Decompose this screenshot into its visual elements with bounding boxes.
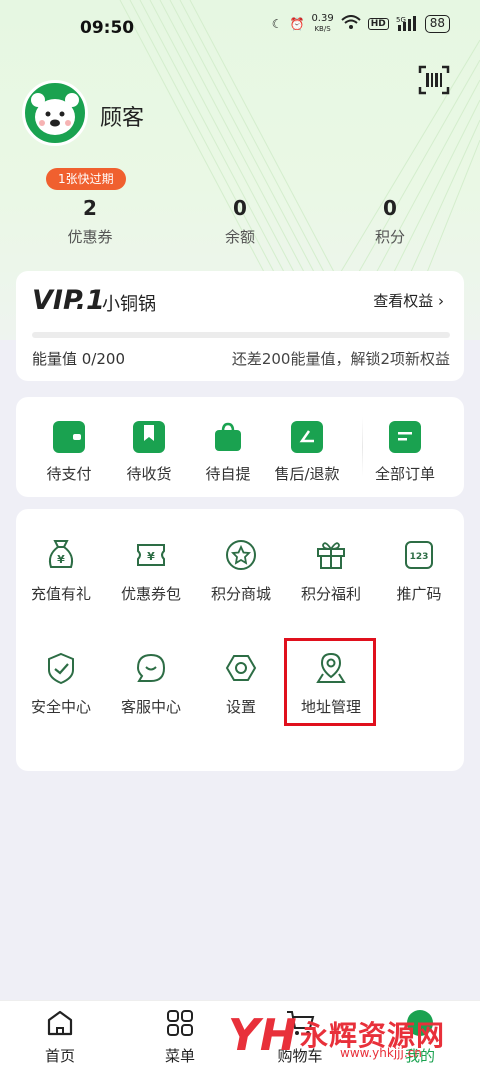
wifi-icon	[341, 14, 361, 34]
tab-home[interactable]: 首页	[20, 1009, 100, 1066]
stat-points[interactable]: 0 积分	[330, 168, 450, 247]
func-label: 积分福利	[300, 585, 361, 603]
func-label: 安全中心	[30, 698, 91, 716]
order-label: 售后/退款	[274, 465, 340, 483]
stat-value: 0	[233, 196, 247, 220]
highlight-box	[284, 638, 376, 726]
order-list-icon	[389, 421, 421, 453]
gift-icon	[313, 537, 349, 573]
watermark-logo: YH	[228, 1010, 297, 1061]
orders-card: 待支付 待收货 待自提 售后/退款 全部订单	[16, 397, 464, 497]
order-pending-payment[interactable]: 待支付	[24, 421, 114, 484]
chat-icon	[133, 650, 169, 686]
order-label: 全部订单	[374, 465, 435, 483]
stat-value: 2	[83, 196, 97, 220]
avatar[interactable]	[22, 80, 88, 146]
func-recharge[interactable]: ¥ 充值有礼	[16, 537, 106, 604]
moon-icon: ☾	[271, 17, 283, 31]
stat-label: 积分	[374, 228, 405, 246]
shield-icon	[43, 650, 79, 686]
functions-card: ¥ 充值有礼 ¥ 优惠券包 积分商城 积分福利 123 推广码 安全中心 客服中…	[16, 509, 464, 771]
func-points-welfare[interactable]: 积分福利	[286, 537, 376, 604]
order-label: 待支付	[46, 465, 92, 483]
watermark-url: www.yhkjjj.cn	[340, 1046, 422, 1060]
alarm-icon: ⏰	[289, 17, 305, 31]
svg-text:¥: ¥	[57, 553, 65, 566]
func-label: 优惠券包	[120, 585, 181, 603]
func-label: 积分商城	[210, 585, 271, 603]
vip-card[interactable]: VIP.1 小铜锅 查看权益 › 能量值 0/200 还差200能量值，解锁2项…	[16, 271, 464, 381]
order-all[interactable]: 全部订单	[360, 421, 450, 484]
bag-icon	[212, 421, 244, 453]
menu-grid-icon	[167, 1010, 193, 1036]
order-pickup[interactable]: 待自提	[183, 421, 273, 484]
stat-coupons[interactable]: 2 优惠券	[30, 168, 150, 247]
func-points-mall[interactable]: 积分商城	[196, 537, 286, 604]
vip-name: 小铜锅	[102, 294, 156, 315]
svg-text:123: 123	[410, 552, 429, 562]
order-pending-receipt[interactable]: 待收货	[104, 421, 194, 484]
tab-label: 首页	[44, 1047, 75, 1065]
gear-icon	[223, 650, 259, 686]
func-label: 设置	[225, 698, 256, 716]
coupon-icon: ¥	[133, 537, 169, 573]
func-customer-service[interactable]: 客服中心	[106, 650, 196, 717]
func-label: 充值有礼	[30, 585, 91, 603]
order-label: 待收货	[126, 465, 172, 483]
func-settings[interactable]: 设置	[196, 650, 286, 717]
battery: 88	[424, 15, 450, 33]
username[interactable]: 顾客	[100, 100, 144, 132]
func-label: 推广码	[396, 585, 442, 603]
energy-progress	[32, 332, 450, 338]
stats-row: 2 优惠券 0 余额 0 积分	[0, 168, 480, 258]
money-bag-icon: ¥	[43, 537, 79, 573]
stat-label: 优惠券	[67, 228, 113, 246]
wallet-icon	[53, 421, 85, 453]
home-icon	[47, 1010, 73, 1036]
order-refund[interactable]: 售后/退款	[262, 421, 352, 484]
order-label: 待自提	[205, 465, 251, 483]
hd-badge: HD	[367, 18, 389, 30]
scan-icon[interactable]	[418, 64, 450, 96]
func-security[interactable]: 安全中心	[16, 650, 106, 717]
func-promo-code[interactable]: 123 推广码	[374, 537, 464, 604]
signal-icon: 5G	[396, 15, 418, 34]
star-coin-icon	[223, 537, 259, 573]
status-time: 09:50	[80, 18, 135, 38]
code-icon: 123	[401, 537, 437, 573]
unlock-hint: 还差200能量值，解锁2项新权益	[231, 350, 450, 368]
tab-label: 菜单	[164, 1047, 195, 1065]
energy-value: 能量值 0/200	[32, 350, 125, 368]
vip-level: VIP.1	[32, 285, 105, 316]
func-coupon-pack[interactable]: ¥ 优惠券包	[106, 537, 196, 604]
stat-balance[interactable]: 0 余额	[180, 168, 300, 247]
stat-value: 0	[383, 196, 397, 220]
refund-icon	[291, 421, 323, 453]
stat-label: 余额	[224, 228, 255, 246]
func-label: 客服中心	[120, 698, 181, 716]
bookmark-icon	[133, 421, 165, 453]
svg-text:¥: ¥	[147, 550, 155, 563]
tab-menu[interactable]: 菜单	[140, 1009, 220, 1066]
view-benefits-link[interactable]: 查看权益 ›	[373, 290, 444, 311]
net-speed: 0.39 KB/S	[311, 13, 334, 34]
status-icons: ☾ ⏰ 0.39 KB/S HD 5G 88	[272, 14, 450, 34]
